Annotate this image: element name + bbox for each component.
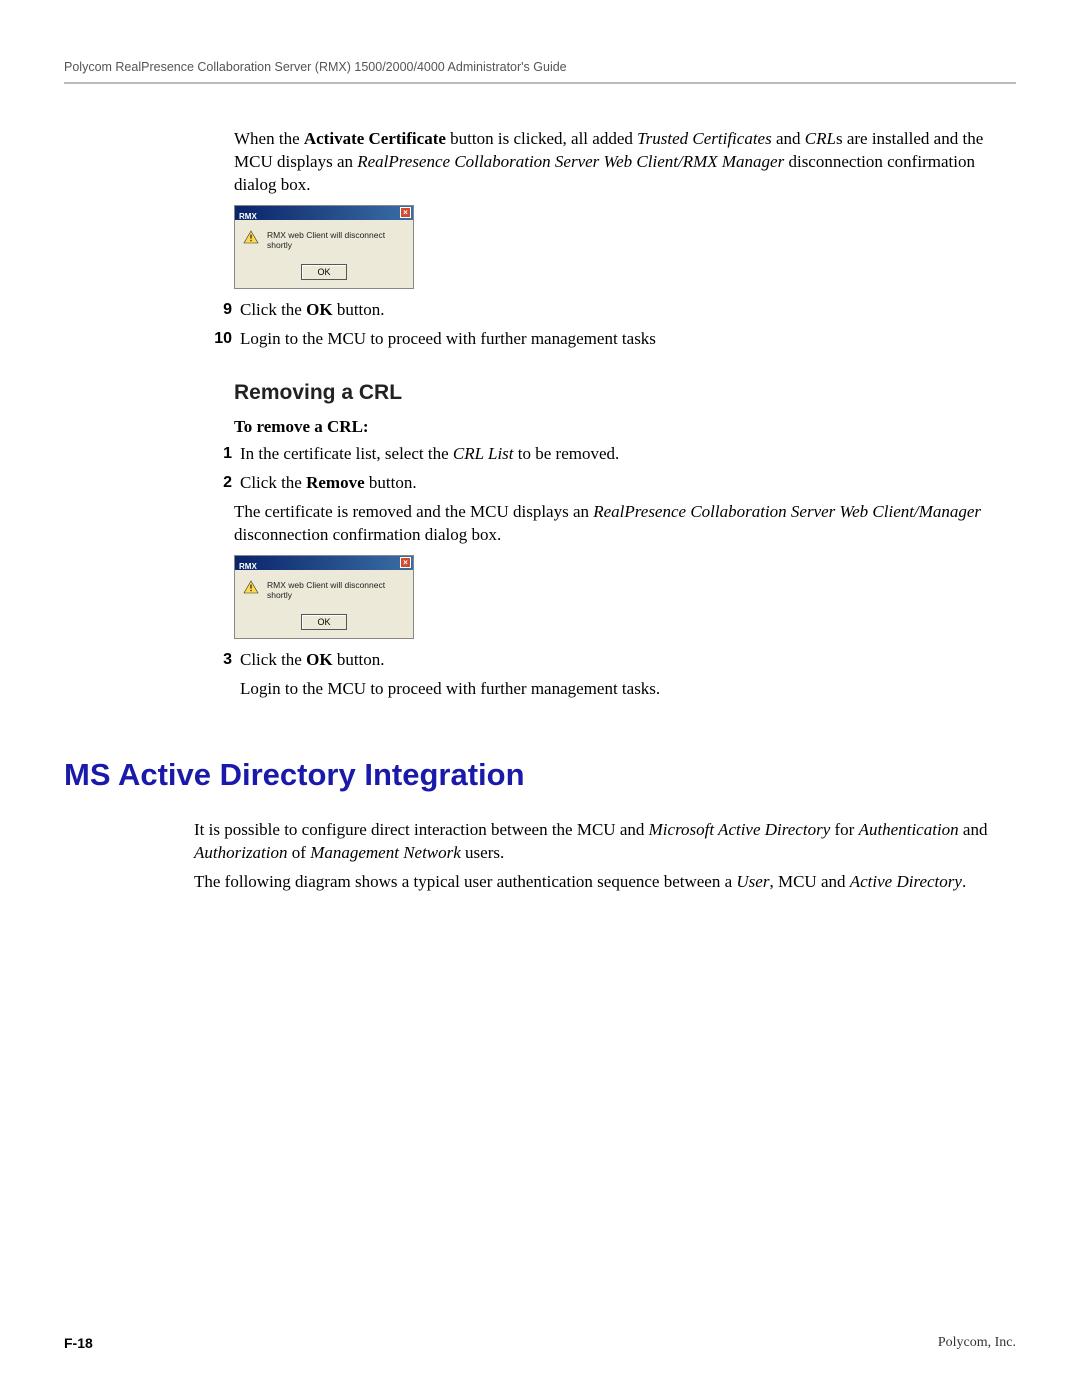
step-number: 9	[210, 299, 240, 321]
dialog-body: RMX web Client will disconnect shortly	[235, 570, 413, 608]
text-italic: Active Directory	[850, 872, 962, 891]
text: button.	[333, 650, 385, 669]
text-italic: Authentication	[859, 820, 959, 839]
text-italic: Authorization	[194, 843, 288, 862]
step-number: 3	[210, 649, 240, 671]
text: Click the	[240, 300, 306, 319]
text: Click the	[240, 473, 306, 492]
text: and	[959, 820, 988, 839]
warning-icon	[243, 230, 259, 244]
text-bold: OK	[306, 650, 332, 669]
page-number: F-18	[64, 1335, 93, 1351]
text: button is clicked, all added	[446, 129, 637, 148]
dialog-body: RMX web Client will disconnect shortly	[235, 220, 413, 258]
content: When the Activate Certificate button is …	[234, 128, 1006, 701]
warning-icon	[243, 580, 259, 594]
dialog-title: RMX	[237, 212, 257, 221]
numbered-list-a: 9 Click the OK button. 10 Login to the M…	[210, 299, 1006, 351]
dialog-screenshot-1: RMX × RMX web Client will disconnect sho…	[234, 205, 414, 289]
step-text: Click the OK button.	[240, 649, 1006, 672]
text: of	[288, 843, 311, 862]
paragraph: The certificate is removed and the MCU d…	[234, 501, 1006, 547]
step-text: In the certificate list, select the CRL …	[240, 443, 1006, 466]
text-italic: RealPresence Collaboration Server Web Cl…	[593, 502, 981, 521]
dialog-button-row: OK	[235, 258, 413, 288]
text: users.	[461, 843, 504, 862]
step-text: Click the OK button.	[240, 299, 1006, 322]
intro-paragraph: When the Activate Certificate button is …	[234, 128, 1006, 197]
text: to be removed.	[514, 444, 620, 463]
close-icon[interactable]: ×	[400, 207, 411, 218]
text: , MCU and	[769, 872, 849, 891]
text: and	[772, 129, 805, 148]
text-italic: User	[736, 872, 769, 891]
page-header: Polycom RealPresence Collaboration Serve…	[64, 60, 1016, 84]
dialog-title: RMX	[237, 562, 257, 571]
list-item: 10 Login to the MCU to proceed with furt…	[210, 328, 1006, 351]
paragraph: Login to the MCU to proceed with further…	[240, 678, 1006, 701]
step-number: 1	[210, 443, 240, 465]
text-bold: Activate Certificate	[304, 129, 446, 148]
dialog-message: RMX web Client will disconnect shortly	[267, 230, 405, 250]
text: When the	[234, 129, 304, 148]
text-italic: Microsoft Active Directory	[649, 820, 831, 839]
list-item: 3 Click the OK button.	[210, 649, 1006, 672]
text-italic: CRL	[805, 129, 836, 148]
text-italic: Trusted Certificates	[637, 129, 772, 148]
content: It is possible to configure direct inter…	[194, 819, 1006, 894]
page: Polycom RealPresence Collaboration Serve…	[0, 0, 1080, 950]
text: Click the	[240, 650, 306, 669]
company-name: Polycom, Inc.	[938, 1335, 1016, 1351]
text: It is possible to configure direct inter…	[194, 820, 649, 839]
list-item: 9 Click the OK button.	[210, 299, 1006, 322]
text-bold: Remove	[306, 473, 365, 492]
close-icon[interactable]: ×	[400, 557, 411, 568]
text-italic: Management Network	[310, 843, 461, 862]
step-text: Click the Remove button.	[240, 472, 1006, 495]
chapter-heading: MS Active Directory Integration	[64, 757, 1016, 793]
step-number: 2	[210, 472, 240, 494]
text: button.	[365, 473, 417, 492]
text: .	[962, 872, 966, 891]
text: The certificate is removed and the MCU d…	[234, 502, 593, 521]
numbered-list-c: 3 Click the OK button.	[210, 649, 1006, 672]
dialog-message: RMX web Client will disconnect shortly	[267, 580, 405, 600]
dialog-titlebar: RMX ×	[235, 206, 413, 220]
text: The following diagram shows a typical us…	[194, 872, 736, 891]
paragraph: It is possible to configure direct inter…	[194, 819, 1006, 865]
text-italic: RealPresence Collaboration Server Web Cl…	[357, 152, 784, 171]
dialog-button-row: OK	[235, 608, 413, 638]
ok-button[interactable]: OK	[301, 614, 347, 630]
page-footer: F-18 Polycom, Inc.	[64, 1335, 1016, 1351]
dialog-titlebar: RMX ×	[235, 556, 413, 570]
dialog-screenshot-2: RMX × RMX web Client will disconnect sho…	[234, 555, 414, 639]
text: for	[830, 820, 858, 839]
text: disconnection confirmation dialog box.	[234, 525, 501, 544]
list-item: 2 Click the Remove button.	[210, 472, 1006, 495]
text-bold: OK	[306, 300, 332, 319]
numbered-list-b: 1 In the certificate list, select the CR…	[210, 443, 1006, 495]
step-number: 10	[210, 328, 240, 350]
paragraph: The following diagram shows a typical us…	[194, 871, 1006, 894]
list-item: 1 In the certificate list, select the CR…	[210, 443, 1006, 466]
step-text: Login to the MCU to proceed with further…	[240, 328, 1006, 351]
procedure-title: To remove a CRL:	[234, 417, 1006, 437]
ok-button[interactable]: OK	[301, 264, 347, 280]
text-italic: CRL List	[453, 444, 514, 463]
section-heading: Removing a CRL	[234, 381, 1006, 405]
text: In the certificate list, select the	[240, 444, 453, 463]
text: button.	[333, 300, 385, 319]
